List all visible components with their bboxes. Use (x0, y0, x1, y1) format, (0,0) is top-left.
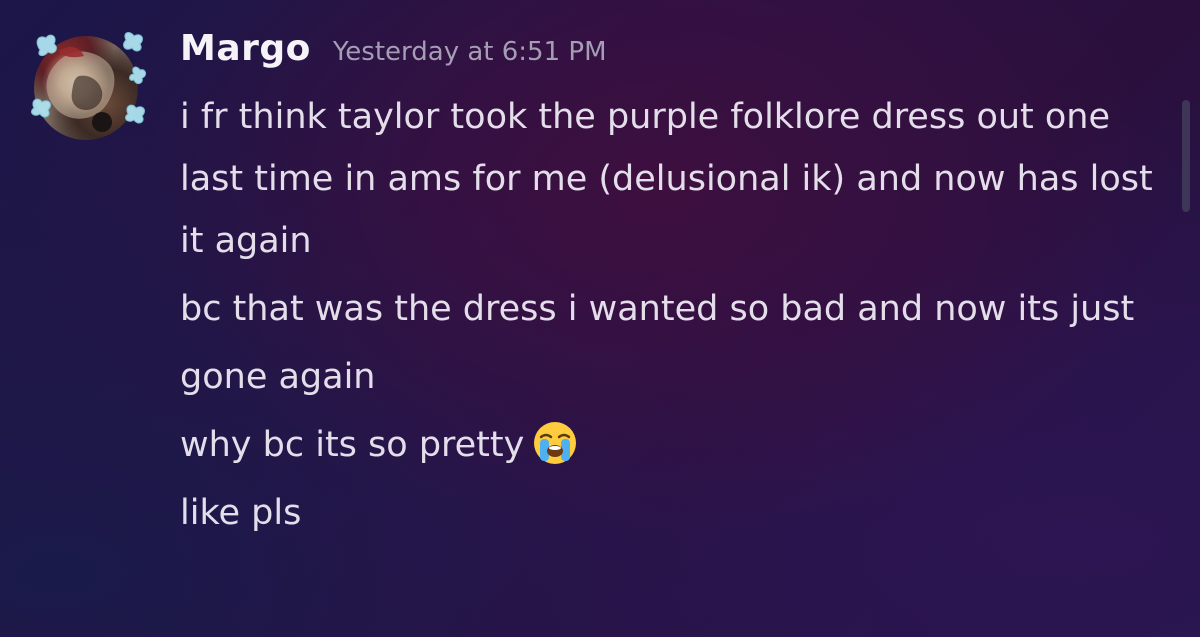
message-content: i fr think taylor took the purple folklo… (180, 86, 1165, 550)
message-header: Margo Yesterday at 6:51 PM (180, 28, 607, 78)
message-timestamp[interactable]: Yesterday at 6:51 PM (333, 37, 607, 67)
message-line-with-emoji: why bc its so pretty (180, 414, 1165, 476)
author-name[interactable]: Margo (180, 28, 311, 69)
message-line-text: why bc its so pretty (180, 425, 525, 465)
message-line: i fr think taylor took the purple folklo… (180, 97, 1153, 261)
loudly-crying-face-icon (534, 422, 577, 464)
message-line: gone again (180, 357, 376, 397)
avatar[interactable] (30, 30, 148, 142)
avatar-decoration-icon (31, 32, 147, 124)
chat-message: Margo Yesterday at 6:51 PM i fr think ta… (0, 0, 1200, 637)
scrollbar-thumb[interactable] (1182, 100, 1190, 212)
message-line: like pls (180, 493, 302, 533)
message-line: bc that was the dress i wanted so bad an… (180, 289, 1135, 329)
